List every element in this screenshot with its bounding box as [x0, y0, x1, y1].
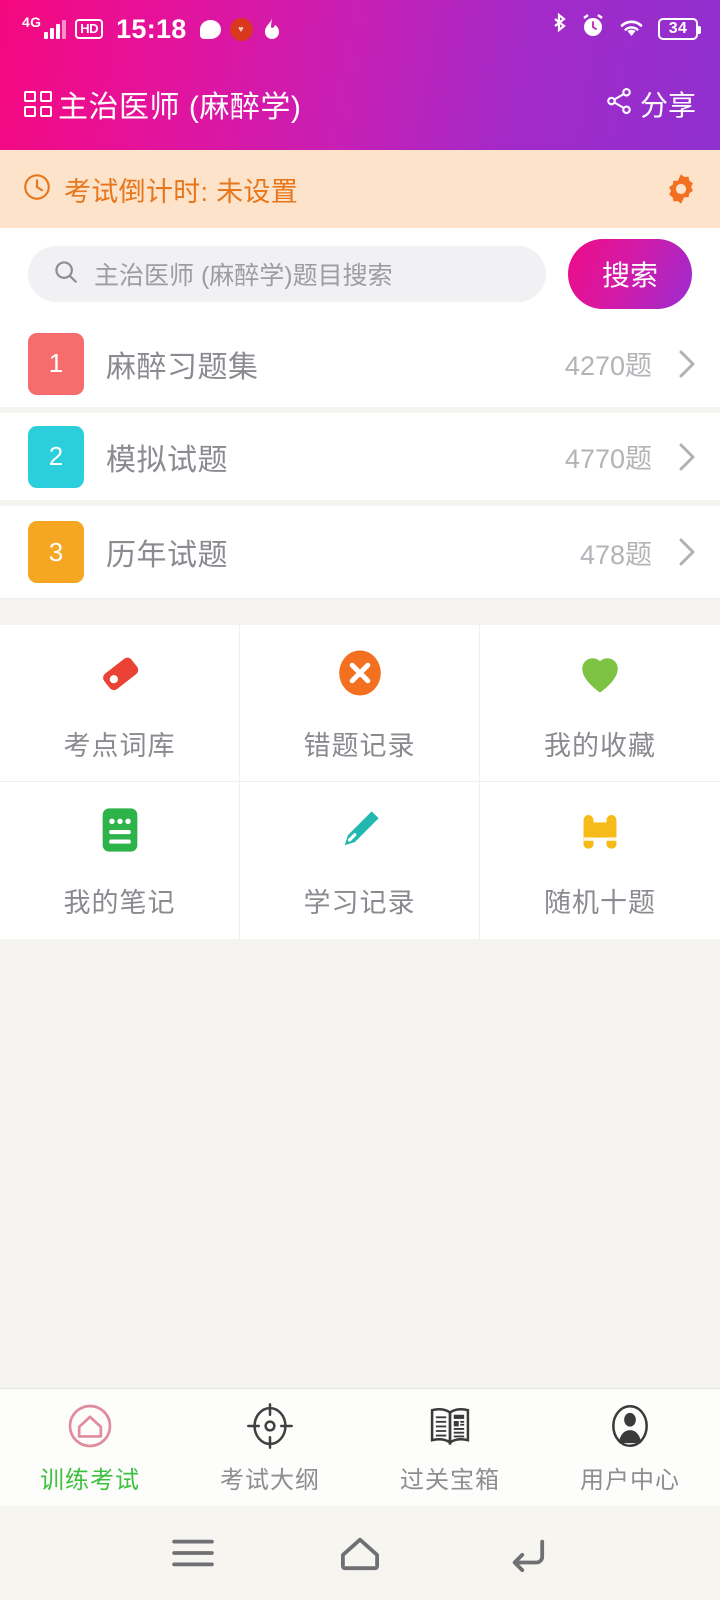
chevron-right-icon [678, 537, 696, 567]
battery-level: 34 [668, 20, 688, 37]
android-navigation-bar [0, 1506, 720, 1600]
app-header: 4G HD 15:18 ♥ 34 主治医师 (麻醉学) 分享 [0, 0, 720, 150]
tool-label: 考点词库 [63, 730, 176, 761]
search-bar: 主治医师 (麻醉学)题目搜索 搜索 [0, 228, 720, 320]
tab-exam-syllabus[interactable]: 考试大纲 [180, 1389, 360, 1506]
tool-item-wrong-answers[interactable]: 错题记录 [240, 625, 480, 782]
wifi-icon [618, 14, 645, 45]
back-icon[interactable] [501, 1530, 553, 1576]
app-screen: 4G HD 15:18 ♥ 34 主治医师 (麻醉学) 分享 考试倒计时: 未设… [0, 0, 720, 1600]
search-placeholder: 主治医师 (麻醉学)题目搜索 [94, 262, 393, 290]
menu-icon[interactable] [167, 1530, 219, 1576]
countdown-text: 考试倒计时: 未设置 [64, 176, 299, 207]
x-circle-icon [334, 644, 386, 702]
share-button[interactable]: 分享 [604, 84, 696, 124]
tool-item-keyword-bank[interactable]: 考点词库 [0, 625, 240, 782]
bank-label: 麻醉习题集 [106, 350, 259, 384]
gear-icon[interactable] [664, 172, 698, 206]
tool-grid: 考点词库 错题记录 我的收藏 我的笔记 学习记录 随机十题 [0, 625, 720, 939]
status-bar-left: 4G HD 15:18 ♥ [22, 14, 551, 45]
price-tag-icon [94, 644, 146, 702]
tool-item-random-ten[interactable]: 随机十题 [480, 782, 720, 939]
bank-label: 历年试题 [106, 539, 228, 572]
apps-grid-icon[interactable] [24, 91, 52, 117]
tab-label: 用户中心 [580, 1467, 680, 1494]
status-bar-clock: 15:18 [116, 13, 187, 44]
tool-label: 错题记录 [303, 730, 416, 761]
battery-icon: 34 [658, 18, 701, 40]
chevron-right-icon [678, 442, 696, 472]
tool-label: 随机十题 [544, 888, 656, 918]
section-divider [0, 599, 720, 625]
tool-label: 我的笔记 [63, 888, 176, 918]
page-title: 主治医师 (麻醉学) [58, 91, 302, 124]
search-input[interactable]: 主治医师 (麻醉学)题目搜索 [28, 246, 546, 302]
tool-item-my-notes[interactable]: 我的笔记 [0, 782, 240, 939]
exam-countdown-banner[interactable]: 考试倒计时: 未设置 [0, 150, 720, 228]
bank-count: 478题 [579, 539, 652, 570]
bank-count: 4770题 [564, 444, 652, 474]
tab-training-exam[interactable]: 训练考试 [0, 1389, 180, 1506]
tool-item-favorites[interactable]: 我的收藏 [480, 625, 720, 782]
person-icon [605, 1400, 655, 1452]
title-bar: 主治医师 (麻醉学) 分享 [0, 58, 720, 150]
home-circle-icon [65, 1400, 115, 1452]
bank-index-badge: 1 [28, 332, 84, 395]
target-icon [245, 1400, 295, 1452]
alarm-icon [581, 13, 605, 45]
search-icon [52, 258, 80, 291]
note-icon [96, 801, 144, 859]
table-row[interactable]: 2 模拟试题 4770题 [0, 413, 720, 506]
open-book-icon [425, 1400, 475, 1452]
tool-label: 学习记录 [303, 888, 416, 918]
tool-label: 我的收藏 [544, 730, 656, 761]
tab-label: 过关宝箱 [400, 1467, 500, 1494]
countdown-group: 考试倒计时: 未设置 [22, 170, 664, 209]
content-filler [0, 939, 720, 1388]
pencil-icon [334, 801, 386, 859]
bank-label: 模拟试题 [106, 443, 228, 477]
signal-bars-icon [44, 19, 67, 39]
tool-item-study-record[interactable]: 学习记录 [240, 782, 480, 939]
table-row[interactable]: 1 麻醉习题集 4270题 [0, 320, 720, 413]
chat-bubble-icon [199, 19, 221, 39]
bank-count: 4270题 [564, 351, 652, 381]
bluetooth-icon [551, 12, 568, 45]
status-bar: 4G HD 15:18 ♥ 34 [0, 0, 720, 58]
home-icon[interactable] [334, 1530, 386, 1576]
status-bar-right: 34 [551, 12, 701, 45]
binoculars-icon [574, 801, 626, 859]
clock-icon [22, 172, 52, 207]
title-group: 主治医师 (麻醉学) [24, 82, 604, 126]
tab-treasure-box[interactable]: 过关宝箱 [360, 1389, 540, 1506]
search-button[interactable]: 搜索 [568, 239, 692, 309]
share-icon [604, 86, 634, 123]
red-heart-badge-icon: ♥ [229, 17, 253, 41]
hd-icon: HD [75, 19, 104, 39]
tab-label: 训练考试 [40, 1467, 140, 1494]
tab-user-center[interactable]: 用户中心 [540, 1389, 720, 1506]
network-type-label: 4G [22, 14, 42, 30]
question-bank-list: 1 麻醉习题集 4270题 2 模拟试题 4770题 3 历年试题 478题 [0, 320, 720, 599]
flame-icon [262, 17, 282, 41]
table-row[interactable]: 3 历年试题 478题 [0, 506, 720, 599]
bank-index-badge: 2 [28, 425, 84, 488]
bottom-tab-bar: 训练考试 考试大纲 过关宝箱 用户中心 [0, 1388, 720, 1506]
chevron-right-icon [678, 349, 696, 379]
heart-icon [574, 644, 626, 702]
share-label: 分享 [639, 90, 696, 121]
tab-label: 考试大纲 [220, 1467, 320, 1494]
bank-index-badge: 3 [28, 521, 84, 583]
